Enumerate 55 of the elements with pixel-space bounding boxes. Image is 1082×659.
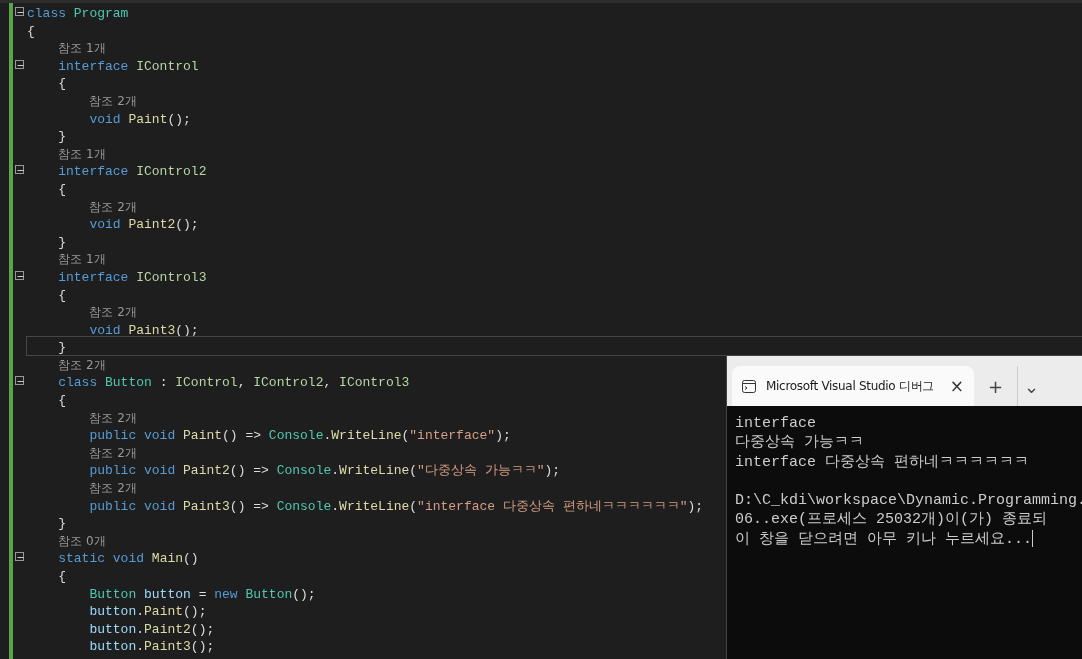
code-line: button.Paint(); <box>88 603 207 621</box>
collapse-icon[interactable] <box>15 376 24 386</box>
collapse-icon[interactable] <box>15 552 24 562</box>
code-line: } <box>57 233 66 252</box>
collapse-icon[interactable] <box>15 7 24 16</box>
collapse-icon[interactable] <box>15 165 24 175</box>
code-line: button.Paint3(); <box>88 638 215 656</box>
code-line: { <box>57 75 66 93</box>
code-editor[interactable] <box>0 0 1082 659</box>
reference-count[interactable]: 참조 2개 <box>27 198 137 217</box>
console-output-line: interface 다중상속 편하네ㅋㅋㅋㅋㅋㅋ <box>735 453 1030 471</box>
console-output-line: interface <box>735 415 816 432</box>
code-line: public void Paint() => Console.WriteLine("interface"); <box>88 427 511 445</box>
reference-count[interactable]: 참조 2개 <box>27 409 137 428</box>
code-line: interface IControl <box>57 57 199 76</box>
code-line: Button button = new Button(); <box>88 585 316 604</box>
code-line: public void Paint2() => Console.WriteLine("다중상속 가능ㅋㅋ"); <box>88 462 561 481</box>
code-line: void Paint2(); <box>88 216 199 234</box>
dropdown-button[interactable]: ⌄ <box>1017 366 1046 406</box>
code-line: interface IControl3 <box>57 268 207 287</box>
reference-count[interactable]: 참조 2개 <box>27 92 137 111</box>
code-line: interface IControl2 <box>57 163 207 181</box>
reference-count[interactable]: 참조 2개 <box>27 356 106 375</box>
console-output-line: 다중상속 가능ㅋㅋ <box>735 434 864 452</box>
new-tab-button[interactable]: + <box>982 366 1010 406</box>
reference-count[interactable]: 참조 1개 <box>27 251 106 269</box>
collapse-icon[interactable] <box>15 59 24 69</box>
console-output-line: 이 창을 닫으려면 아무 키나 누르세요... <box>735 530 1032 548</box>
reference-count[interactable]: 참조 2개 <box>27 444 137 463</box>
reference-count[interactable]: 참조 0개 <box>27 532 106 551</box>
console-output-line: D:\C_kdi\workspace\Dynamic.Programming. <box>735 492 1082 510</box>
code-line: { <box>57 180 66 199</box>
reference-count[interactable]: 참조 1개 <box>27 40 106 58</box>
console-output-line: 06..exe(프로세스 25032개)이(가) 종료되 <box>735 511 1048 529</box>
code-line: class Program <box>27 5 129 23</box>
code-line: button.Paint2(); <box>88 620 215 639</box>
reference-count[interactable]: 참조 1개 <box>27 145 106 164</box>
code-line: } <box>57 339 66 357</box>
reference-count[interactable]: 참조 2개 <box>27 304 137 322</box>
code-line: void Paint(); <box>88 110 191 129</box>
code-line: static void Main() <box>57 550 199 568</box>
collapse-icon[interactable] <box>15 270 24 280</box>
code-line: public void Paint3() => Console.WriteLine("interface 다중상속 편하네ㅋㅋㅋㅋㅋㅋ"); <box>88 497 704 516</box>
terminal-tab[interactable]: Microsoft Visual Studio 디버그 × <box>732 366 974 406</box>
code-line: } <box>57 515 66 533</box>
code-line: { <box>57 568 66 586</box>
code-line: { <box>27 22 35 41</box>
code-line: class Button : IControl, IControl2, IControl3 <box>57 374 410 393</box>
code-line: { <box>57 392 66 410</box>
code-line: } <box>57 128 66 146</box>
console-icon <box>742 379 756 393</box>
code-line: { <box>57 286 66 305</box>
close-button[interactable]: × <box>949 377 964 395</box>
text-cursor <box>1032 530 1033 548</box>
reference-count[interactable]: 참조 2개 <box>27 480 137 498</box>
